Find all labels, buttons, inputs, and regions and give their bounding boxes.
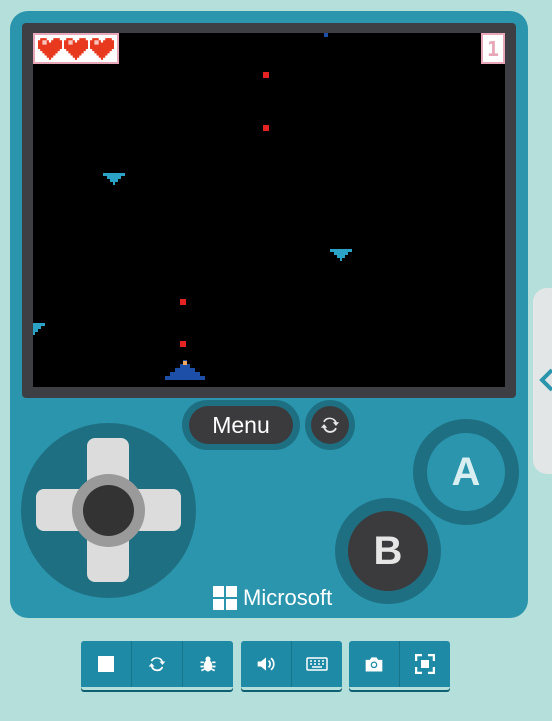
side-panel-toggle[interactable] [533, 288, 552, 474]
keyboard-icon [306, 657, 328, 671]
dpad-center [72, 474, 145, 547]
a-button[interactable]: A [427, 433, 505, 511]
debug-button[interactable] [183, 641, 233, 687]
screenshot-icon [365, 657, 383, 672]
score-display: 1 [481, 33, 505, 64]
heart-icon [64, 37, 88, 60]
fullscreen-button[interactable] [400, 641, 450, 687]
sound-icon [257, 657, 275, 671]
restart-simulator-button[interactable] [132, 641, 183, 687]
brand-logo: Microsoft [213, 585, 332, 611]
lives-display [33, 33, 119, 64]
projectile [180, 341, 186, 347]
stop-button[interactable] [81, 641, 132, 687]
enemy-ship [103, 173, 125, 185]
restart-button[interactable] [311, 406, 349, 444]
screenshot-button[interactable] [349, 641, 400, 687]
enemy-ship [324, 33, 328, 37]
microsoft-logo-icon [213, 586, 237, 610]
restart-icon [148, 657, 166, 672]
player-ship [165, 360, 205, 380]
keyboard-controls-button[interactable] [292, 641, 342, 687]
debug-icon [200, 656, 216, 672]
fullscreen-icon [415, 654, 435, 674]
menu-button[interactable]: Menu [189, 406, 293, 444]
stop-icon [98, 656, 114, 672]
mute-button[interactable] [241, 641, 292, 687]
toolbar-group-view [349, 641, 450, 690]
brand-name: Microsoft [243, 585, 333, 610]
chevron-left-icon [539, 368, 552, 392]
projectile [180, 299, 186, 305]
projectile [263, 125, 269, 131]
b-button[interactable]: B [348, 511, 428, 591]
game-screen[interactable]: 1 [33, 33, 505, 387]
heart-icon [90, 37, 114, 60]
toolbar-group-run [81, 641, 233, 690]
heart-icon [38, 37, 62, 60]
refresh-icon [320, 417, 340, 433]
toolbar-group-io [241, 641, 342, 690]
enemy-ship [330, 249, 352, 261]
projectile [263, 72, 269, 78]
enemy-ship [33, 323, 45, 335]
